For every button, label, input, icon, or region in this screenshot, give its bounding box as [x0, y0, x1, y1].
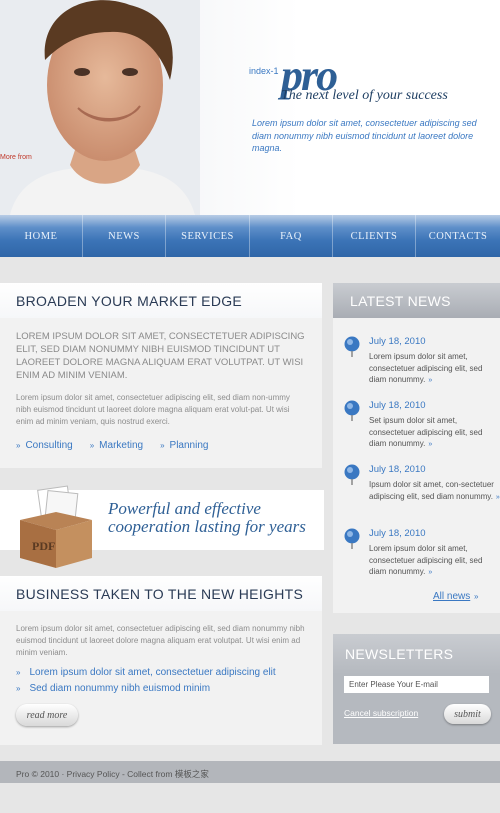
- news-body: Lorem ipsum dolor sit amet, consectetuer…: [369, 352, 483, 384]
- more-arrow-icon[interactable]: »: [428, 377, 432, 384]
- cancel-subscription-link[interactable]: Cancel subscription: [344, 708, 418, 718]
- nav-contacts[interactable]: CONTACTS: [416, 215, 500, 257]
- tagline: The next level of your success: [281, 88, 448, 103]
- nav-services[interactable]: SERVICES: [166, 215, 250, 257]
- footer: Pro © 2010 · Privacy Policy - Collect fr…: [0, 761, 500, 783]
- footer-text: Pro © 2010 · Privacy Policy - Collect fr…: [16, 769, 209, 779]
- newsletter-panel: NEWSLETTERS Cancel subscription submit: [333, 634, 500, 744]
- submit-button[interactable]: submit: [444, 704, 491, 724]
- newsletter-title: NEWSLETTERS: [333, 634, 500, 674]
- all-news-arrow-icon: »: [474, 592, 479, 601]
- read-more-button[interactable]: read more: [16, 704, 78, 726]
- info-pin-icon: [344, 528, 360, 549]
- email-field[interactable]: [344, 676, 489, 693]
- news-text: Lorem ipsum dolor sit amet, consectetuer…: [369, 543, 500, 579]
- arrow-icon: »: [16, 441, 21, 450]
- link-consulting[interactable]: » Consulting: [16, 440, 73, 451]
- latest-news-panel: LATEST NEWS July 18, 2010 Lorem ipsum do…: [333, 283, 500, 613]
- arrow-icon: »: [89, 441, 95, 450]
- pdf-box-label: PDF: [32, 539, 55, 553]
- more-info-link[interactable]: More from: [0, 154, 32, 161]
- info-pin-icon: [344, 400, 360, 421]
- news-item: July 18, 2010 Set ipsum dolor sit amet, …: [343, 398, 493, 462]
- list-item-label: Sed diam nonummy nibh euismod minim: [29, 683, 211, 694]
- list-item[interactable]: » Lorem ipsum dolor sit amet, consectetue…: [16, 665, 276, 681]
- section-text: Lorem ipsum dolor sit amet, consectetuer…: [16, 393, 290, 426]
- pdf-box-icon: PDF: [20, 485, 92, 568]
- section-title: BUSINESS TAKEN TO THE NEW HEIGHTS: [0, 576, 322, 611]
- list-item-label: Lorem ipsum dolor sit amet, consectetuer…: [29, 667, 276, 678]
- section-title: BROADEN YOUR MARKET EDGE: [0, 283, 322, 318]
- arrow-icon: »: [160, 441, 165, 450]
- service-links: » Consulting » Marketing » Planning: [16, 440, 208, 451]
- header-intro-text: Lorem ipsum dolor sit amet, consectetuer…: [252, 118, 477, 153]
- link-marketing[interactable]: » Marketing: [90, 440, 143, 451]
- info-pin-icon: [344, 464, 360, 485]
- feature-list: » Lorem ipsum dolor sit amet, consectetue…: [16, 665, 276, 697]
- news-text: Set ipsum dolor sit amet, consectetuer a…: [369, 415, 500, 451]
- news-text: Lorem ipsum dolor sit amet, consectetuer…: [369, 351, 500, 387]
- promo-line-2: cooperation lasting for years: [108, 517, 306, 536]
- news-title: LATEST NEWS: [333, 283, 500, 318]
- header: More from index-1 pro The next level of …: [0, 0, 500, 215]
- news-date[interactable]: July 18, 2010: [369, 400, 426, 411]
- arrow-icon: »: [16, 668, 21, 677]
- promo-text: Powerful and effective cooperation lasti…: [108, 500, 306, 536]
- more-arrow-icon[interactable]: »: [496, 494, 500, 501]
- nav-faq[interactable]: FAQ: [250, 215, 333, 257]
- news-item: July 18, 2010 Ipsum dolor sit amet, con-…: [343, 462, 500, 526]
- news-body: Ipsum dolor sit amet, con-sectetuer adip…: [369, 480, 494, 501]
- news-date[interactable]: July 18, 2010: [369, 528, 426, 539]
- news-body: Lorem ipsum dolor sit amet, consectetuer…: [369, 544, 483, 576]
- link-label: Marketing: [99, 440, 144, 451]
- news-item: July 18, 2010 Lorem ipsum dolor sit amet…: [343, 334, 493, 398]
- section-text: Lorem ipsum dolor sit amet, consectetuer…: [16, 624, 305, 657]
- nav-clients[interactable]: CLIENTS: [333, 215, 416, 257]
- news-body: Set ipsum dolor sit amet, consectetuer a…: [369, 416, 483, 448]
- news-date[interactable]: July 18, 2010: [369, 336, 426, 347]
- arrow-icon: »: [16, 684, 21, 693]
- more-arrow-icon[interactable]: »: [428, 441, 432, 448]
- hero-photo: [0, 0, 200, 215]
- main-nav: HOME NEWS SERVICES FAQ CLIENTS CONTACTS: [0, 215, 500, 257]
- nav-news[interactable]: NEWS: [83, 215, 166, 257]
- link-label: Planning: [169, 440, 209, 451]
- page-index-label: index-1: [249, 66, 279, 76]
- more-arrow-icon[interactable]: »: [428, 569, 432, 576]
- link-label: Consulting: [25, 440, 73, 451]
- link-planning[interactable]: » Planning: [160, 440, 208, 451]
- nav-home[interactable]: HOME: [0, 215, 83, 257]
- market-edge-panel: BROADEN YOUR MARKET EDGE LOREM IPSUM DOL…: [0, 283, 322, 468]
- news-text: Ipsum dolor sit amet, con-sectetuer adip…: [369, 479, 500, 503]
- section-lead: LOREM IPSUM DOLOR SIT AMET, CONSECTETUER…: [16, 331, 305, 381]
- news-date[interactable]: July 18, 2010: [369, 464, 426, 475]
- info-pin-icon: [344, 336, 360, 357]
- new-heights-panel: BUSINESS TAKEN TO THE NEW HEIGHTS Lorem …: [0, 576, 322, 745]
- list-item[interactable]: » Sed diam nonummy nibh euismod minim: [16, 681, 276, 697]
- all-news-link[interactable]: All news: [433, 591, 470, 602]
- news-item: July 18, 2010 Lorem ipsum dolor sit amet…: [343, 526, 493, 590]
- promo-line-1: Powerful and effective: [108, 499, 261, 518]
